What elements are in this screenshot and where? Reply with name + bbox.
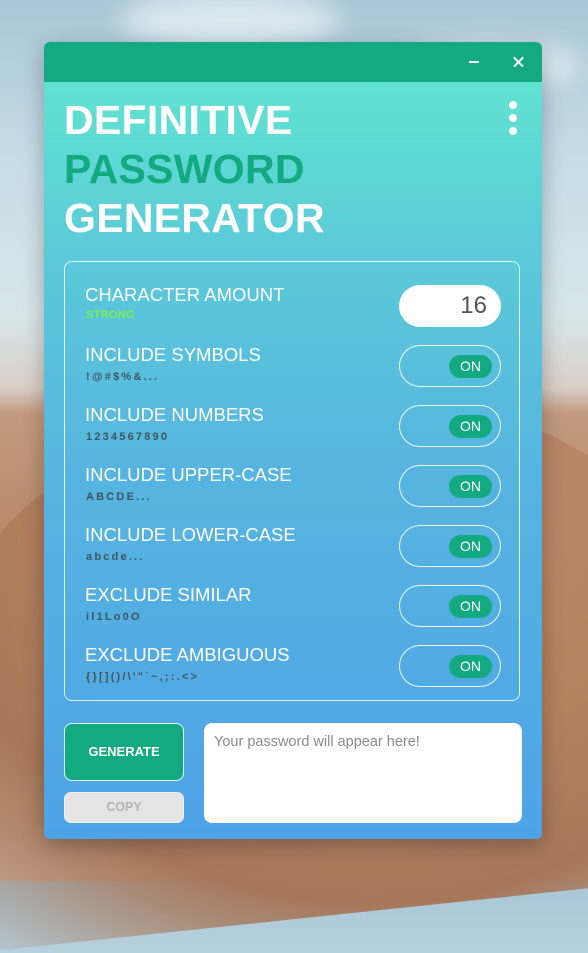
- option-example: il1Lo0O: [86, 611, 142, 623]
- exclude-ambiguous-toggle[interactable]: ON: [399, 645, 501, 687]
- option-label: INCLUDE NUMBERS: [85, 404, 264, 425]
- toggle-state: ON: [449, 535, 492, 558]
- option-row-lowercase: INCLUDE LOWER-CASE abcde... ON: [85, 524, 505, 570]
- title-line-1: DEFINITIVE: [64, 97, 293, 143]
- menu-dot: [509, 127, 517, 135]
- option-label: INCLUDE SYMBOLS: [85, 344, 261, 365]
- menu-dot: [509, 101, 517, 109]
- option-example: abcde...: [86, 551, 145, 563]
- option-row-numbers: INCLUDE NUMBERS 1234567890 ON: [85, 404, 505, 450]
- settings-panel: CHARACTER AMOUNT STRONG INCLUDE SYMBOLS …: [64, 261, 520, 701]
- kebab-menu-icon[interactable]: [503, 98, 523, 138]
- menu-dot: [509, 114, 517, 122]
- option-example: 1234567890: [86, 431, 170, 443]
- option-label: INCLUDE UPPER-CASE: [85, 464, 292, 485]
- include-symbols-toggle[interactable]: ON: [399, 345, 501, 387]
- character-amount-label: CHARACTER AMOUNT: [85, 284, 285, 305]
- strength-indicator: STRONG: [86, 309, 135, 321]
- close-icon[interactable]: [506, 50, 532, 74]
- title-line-3: GENERATOR: [64, 195, 325, 241]
- password-output[interactable]: [204, 723, 522, 823]
- app-title: DEFINITIVE PASSWORD GENERATOR: [64, 96, 325, 243]
- title-line-2: PASSWORD: [64, 146, 305, 192]
- app-window: DEFINITIVE PASSWORD GENERATOR CHARACTER …: [44, 42, 542, 839]
- toggle-state: ON: [449, 475, 492, 498]
- copy-button[interactable]: COPY: [64, 792, 184, 823]
- toggle-state: ON: [449, 415, 492, 438]
- generate-button[interactable]: GENERATE: [64, 723, 184, 781]
- character-amount-input[interactable]: [399, 285, 501, 327]
- title-bar[interactable]: [44, 42, 542, 82]
- toggle-state: ON: [449, 355, 492, 378]
- option-label: EXCLUDE SIMILAR: [85, 584, 252, 605]
- include-uppercase-toggle[interactable]: ON: [399, 465, 501, 507]
- toggle-state: ON: [449, 595, 492, 618]
- include-lowercase-toggle[interactable]: ON: [399, 525, 501, 567]
- option-example: ABCDE...: [86, 491, 152, 503]
- option-row-exclude-ambiguous: EXCLUDE AMBIGUOUS {}[]()/\'"`~,;:.<> ON: [85, 644, 505, 690]
- toggle-state: ON: [449, 655, 492, 678]
- include-numbers-toggle[interactable]: ON: [399, 405, 501, 447]
- character-amount-row: CHARACTER AMOUNT STRONG: [85, 284, 505, 330]
- option-row-symbols: INCLUDE SYMBOLS !@#$%&... ON: [85, 344, 505, 390]
- option-row-uppercase: INCLUDE UPPER-CASE ABCDE... ON: [85, 464, 505, 510]
- option-example: {}[]()/\'"`~,;:.<>: [86, 671, 200, 683]
- option-example: !@#$%&...: [86, 371, 160, 383]
- option-label: INCLUDE LOWER-CASE: [85, 524, 296, 545]
- option-row-exclude-similar: EXCLUDE SIMILAR il1Lo0O ON: [85, 584, 505, 630]
- exclude-similar-toggle[interactable]: ON: [399, 585, 501, 627]
- minimize-icon[interactable]: [461, 50, 487, 74]
- option-label: EXCLUDE AMBIGUOUS: [85, 644, 290, 665]
